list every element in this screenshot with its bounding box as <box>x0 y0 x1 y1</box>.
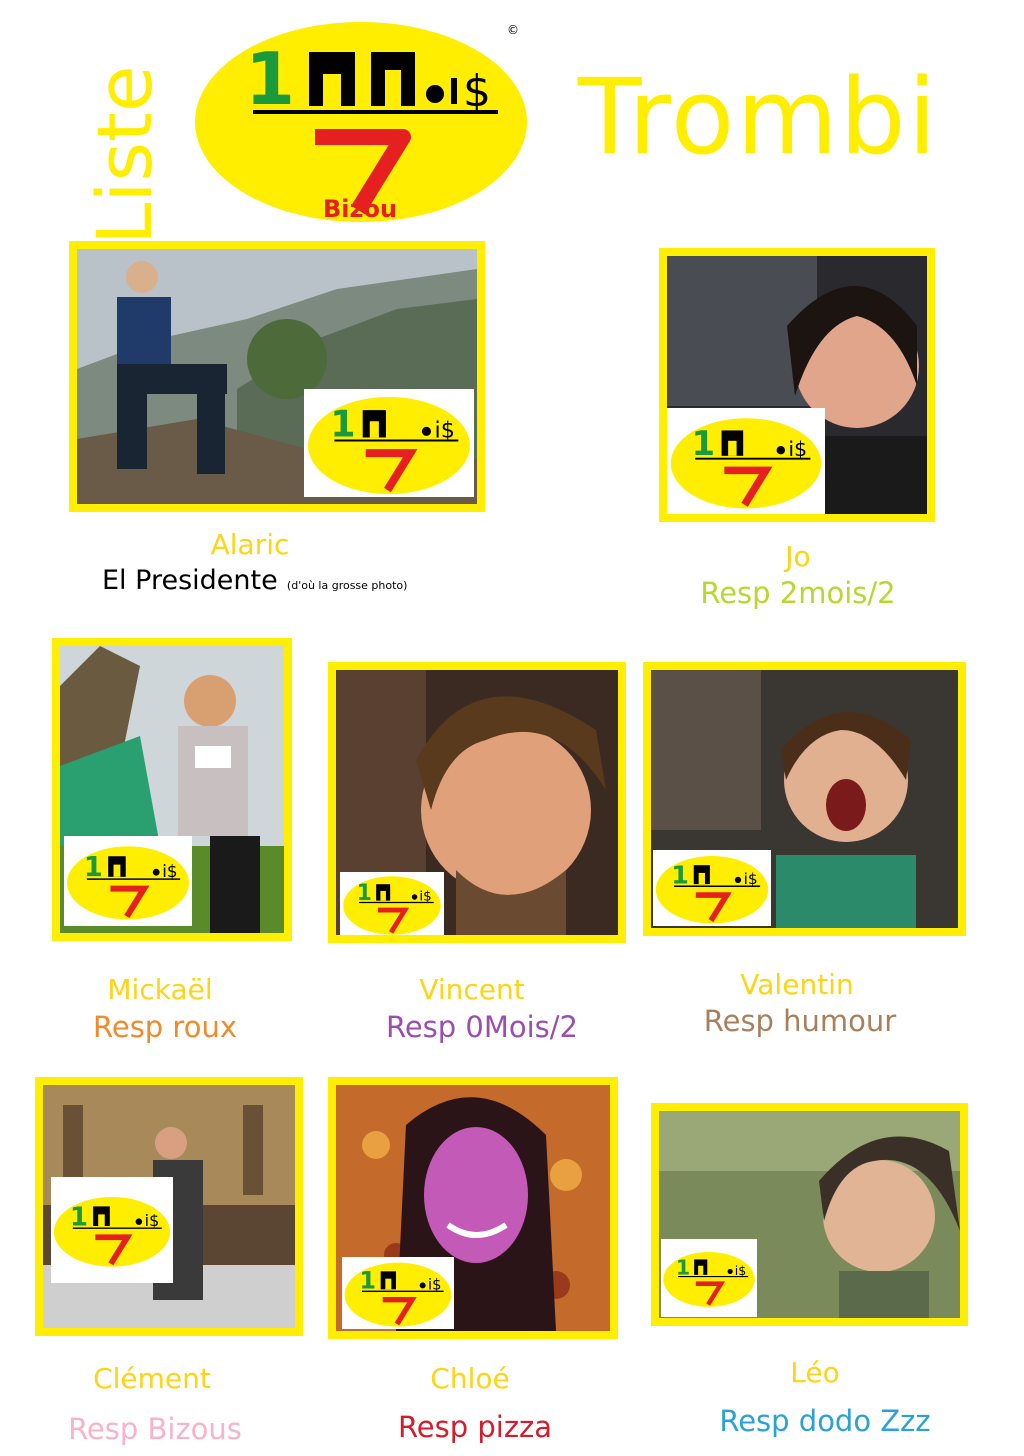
mini-logo: 1 i$ <box>661 1239 757 1317</box>
member-name-valentin: Valentin <box>740 968 854 1001</box>
member-name-vincent: Vincent <box>419 973 525 1006</box>
photo-jo: 1 i$ <box>659 248 935 522</box>
member-name-alaric: Alaric <box>210 528 290 561</box>
photo-vincent: 1 i$ <box>328 662 626 943</box>
photo-alaric: 1 i$ <box>69 241 485 512</box>
role-text: El Presidente <box>102 565 278 596</box>
liste-title: Liste <box>80 65 169 245</box>
member-name-mickael: Mickaël <box>107 973 213 1006</box>
svg-text:i$: i$ <box>735 1263 746 1278</box>
trombi-title: Trombi <box>578 56 939 178</box>
member-name-chloe: Chloé <box>430 1362 510 1395</box>
role-note: (d'où la grosse photo) <box>286 579 408 592</box>
mini-logo: 1 i$ <box>653 850 771 926</box>
member-role-alaric: El Presidente (d'où la grosse photo) <box>102 562 482 596</box>
mini-logo: 1 i$ <box>51 1177 173 1283</box>
svg-text:1: 1 <box>330 402 355 445</box>
member-role-jo: Resp 2mois/2 <box>700 576 896 610</box>
svg-text:i$: i$ <box>788 437 807 461</box>
svg-text:1: 1 <box>691 424 715 463</box>
svg-text:1: 1 <box>359 1267 376 1295</box>
logo-one: 1 <box>245 37 295 121</box>
mini-logo: 1 i$ <box>304 389 474 497</box>
member-role-vincent: Resp 0Mois/2 <box>385 1010 579 1044</box>
svg-text:i$: i$ <box>145 1211 160 1230</box>
svg-text:$: $ <box>463 66 491 117</box>
mini-logo: 1 i$ <box>64 836 192 926</box>
member-role-leo: Resp dodo Zzz <box>719 1404 931 1438</box>
main-logo: 1 $ Bizou © <box>193 12 529 222</box>
photo-clement: 1 i$ <box>35 1077 303 1336</box>
svg-text:i$: i$ <box>162 861 177 881</box>
member-name-clement: Clément <box>93 1362 211 1395</box>
member-name-jo: Jo <box>785 540 811 573</box>
photo-mickael: 1 i$ <box>52 638 292 941</box>
member-name-leo: Léo <box>790 1356 840 1389</box>
mini-logo: 1 i$ <box>342 1257 454 1329</box>
svg-text:1: 1 <box>671 860 689 889</box>
svg-text:1: 1 <box>676 1255 690 1279</box>
svg-text:i$: i$ <box>744 870 758 888</box>
member-role-chloe: Resp pizza <box>397 1410 553 1444</box>
member-role-mickael: Resp roux <box>93 1010 237 1044</box>
member-role-valentin: Resp humour <box>703 1004 897 1038</box>
logo-copyright: © <box>507 23 519 37</box>
member-role-clement: Resp Bizous <box>68 1412 242 1446</box>
photo-chloe: 1 i$ <box>328 1077 618 1339</box>
mini-logo: 1 i$ <box>667 408 825 514</box>
mini-logo: 1 i$ <box>340 872 444 935</box>
photo-valentin: 1 i$ <box>643 662 966 936</box>
logo-bizou: Bizou <box>323 195 397 222</box>
photo-leo: 1 i$ <box>651 1103 968 1326</box>
